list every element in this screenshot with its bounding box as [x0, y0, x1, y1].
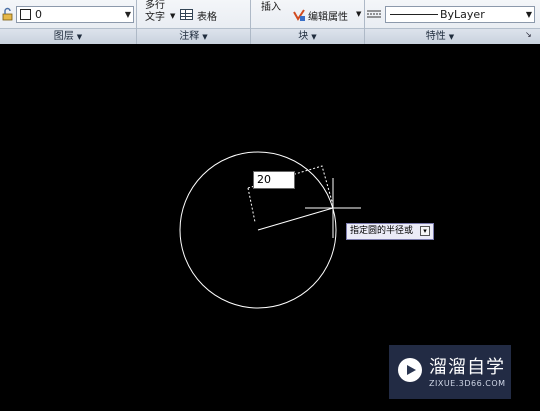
dropdown-arrow-icon: ▼	[448, 33, 455, 41]
dimension-extension	[247, 187, 256, 223]
tooltip-options-icon[interactable]: ▾	[420, 226, 431, 236]
mtext-label-line1: 多行	[145, 0, 165, 11]
watermark-brand-url: ZIXUE.3D66.COM	[429, 379, 506, 388]
layer-dropdown[interactable]: 0 ▼	[16, 6, 134, 23]
linetype-preview	[390, 14, 438, 15]
panel-separator	[364, 0, 365, 44]
linetype-dropdown[interactable]: ByLayer ▼	[385, 6, 535, 23]
table-icon[interactable]	[180, 9, 193, 20]
panel-title-block[interactable]: 块 ▼	[251, 29, 364, 44]
watermark-brand-cn: 溜溜自学	[429, 357, 505, 378]
panel-launcher-icon[interactable]: ↘	[525, 30, 532, 39]
edit-attribute-icon[interactable]	[292, 8, 306, 22]
dropdown-arrow-icon: ▼	[311, 33, 317, 41]
command-prompt-tooltip: 指定圆的半径或 ▾	[346, 223, 435, 240]
panel-separator	[250, 0, 251, 44]
dropdown-arrow-icon: ▼	[124, 10, 131, 19]
dropdown-arrow-icon: ▼	[525, 10, 532, 19]
watermark-play-icon	[398, 358, 422, 382]
watermark-logo: 溜溜自学 ZIXUE.3D66.COM	[389, 345, 511, 399]
layer-color-swatch	[20, 9, 31, 20]
ribbon-controls: 0 ▼ 多行 文字 ▼ 表格 插入 编辑属性 ▼ ByLayer ▼	[0, 0, 540, 28]
dropdown-arrow-icon[interactable]: ▼	[170, 12, 175, 20]
insert-button-label[interactable]: 插入	[261, 0, 281, 13]
ribbon-panel-titles: 图层 ▼ 注释 ▼ 块 ▼ 特性 ▼	[0, 28, 540, 44]
table-button-label[interactable]: 表格	[197, 8, 217, 23]
panel-title-layers[interactable]: 图层 ▼	[0, 29, 136, 44]
prompt-text: 指定圆的半径或	[350, 226, 414, 236]
dropdown-arrow-icon[interactable]: ▼	[356, 10, 361, 18]
linetype-icon	[367, 10, 381, 18]
linetype-value: ByLayer	[440, 8, 485, 21]
dropdown-arrow-icon: ▼	[76, 33, 83, 41]
dropdown-arrow-icon: ▼	[202, 33, 208, 41]
layer-lock-icon[interactable]	[1, 7, 15, 21]
panel-title-annotation[interactable]: 注释 ▼	[137, 29, 250, 44]
panel-separator	[136, 0, 137, 44]
ribbon: 0 ▼ 多行 文字 ▼ 表格 插入 编辑属性 ▼ ByLayer ▼ 图层 ▼ …	[0, 0, 540, 44]
panel-title-properties[interactable]: 特性 ▼	[365, 29, 515, 44]
radius-rubberband	[257, 207, 334, 231]
dynamic-input-field[interactable]: 20	[253, 171, 295, 189]
current-layer-name: 0	[35, 8, 42, 21]
edit-attribute-label[interactable]: 编辑属性	[308, 8, 348, 23]
